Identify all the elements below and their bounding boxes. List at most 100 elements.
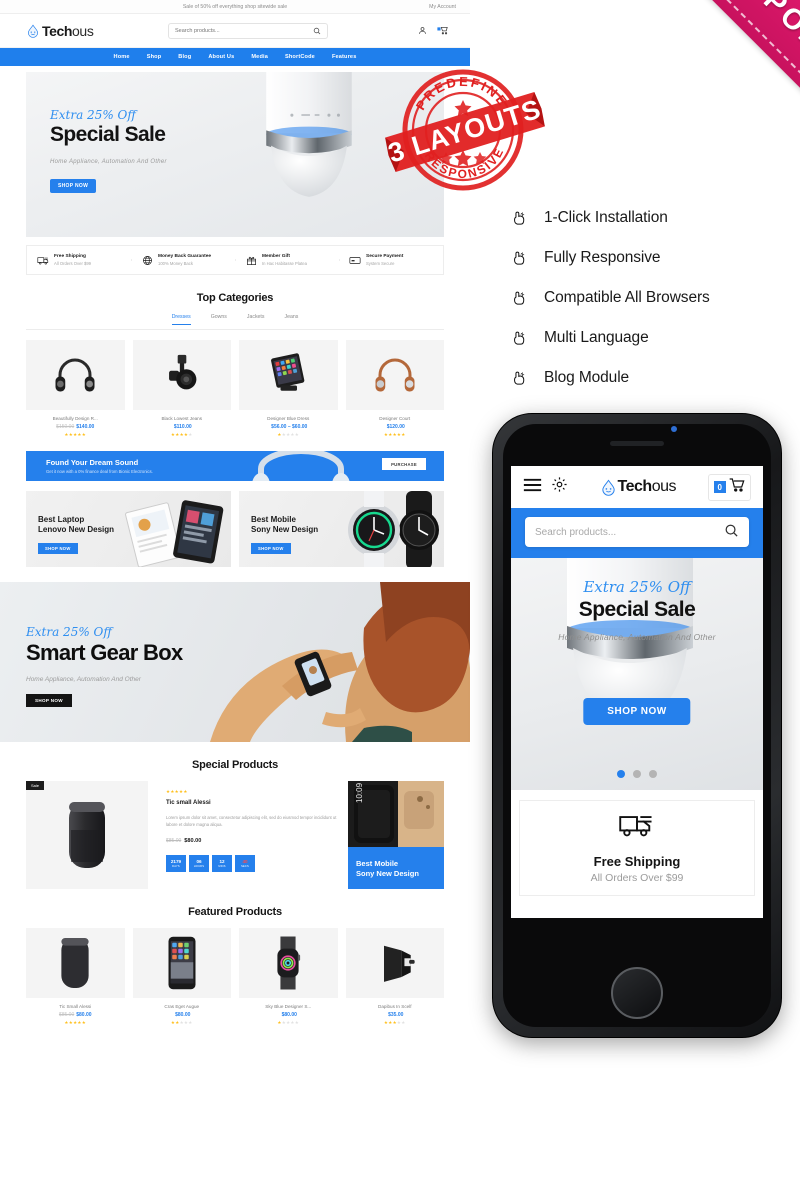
dream-sound-promo-banner[interactable]: Found Your Dream Sound Get it now with a… [26, 451, 444, 481]
nav-item-shortcode[interactable]: ShortCode [285, 54, 315, 60]
product-card[interactable]: Dapibus In Scelf $35.00 ★★★★★ [345, 928, 444, 1026]
slider-dot-1[interactable] [617, 770, 625, 778]
special-side-promo-card[interactable]: 10:09 Best Mobile Sony New Design [348, 781, 444, 889]
product-card[interactable]: Tic Small Alessi $85.00 $80.00 ★★★★★ [26, 928, 125, 1026]
tab-jackets[interactable]: Jackets [247, 314, 265, 325]
promo-card-mobile[interactable]: Best Mobile Sony New Design SHOP NOW [239, 491, 444, 567]
special-products-heading: Special Products [191, 759, 279, 771]
main-navigation: Home Shop Blog About Us Media ShortCode … [0, 48, 470, 66]
product-image-apple-watch [239, 928, 338, 998]
product-price: $80.00 [281, 1012, 297, 1018]
mobile-search-band: Search products... [511, 508, 763, 558]
feature-label: Fully Responsive [544, 249, 661, 266]
nav-item-blog[interactable]: Blog [178, 54, 191, 60]
tab-jeans[interactable]: Jeans [284, 314, 298, 325]
promo-subtitle: Get it now with a 0% finance deal from B… [46, 469, 153, 474]
search-input[interactable] [175, 28, 295, 34]
product-rating: ★★★★★ [277, 432, 300, 437]
side-promo-text: Best Mobile Sony New Design [356, 859, 419, 878]
product-price: $150.00 $140.00 [56, 424, 95, 430]
gear-icon[interactable] [551, 476, 568, 498]
mobile-hero-text: Extra 25% Off Special Sale Home Applianc… [511, 578, 763, 642]
mobile-header-left [523, 476, 568, 498]
feature-item-fully-responsive: Fully Responsive [510, 238, 780, 278]
product-image-iphone [132, 928, 231, 998]
speaker-image [69, 802, 105, 868]
promo-card-shop-now-button[interactable]: SHOP NOW [38, 543, 78, 554]
hand-point-icon [510, 290, 528, 307]
special-product-image[interactable]: Sale [26, 781, 148, 889]
nav-item-features[interactable]: Features [332, 54, 357, 60]
product-name: Beautifully Design R... [52, 416, 98, 421]
search-box[interactable] [168, 23, 328, 39]
feature-label: Multi Language [544, 329, 649, 346]
site-logo[interactable]: Techous [26, 23, 94, 39]
globe-icon [141, 254, 153, 266]
nav-item-shop[interactable]: Shop [147, 54, 162, 60]
mobile-hero-slider[interactable]: Extra 25% Off Special Sale Home Applianc… [511, 558, 763, 790]
tab-dresses[interactable]: Dresses [171, 314, 191, 325]
mobile-cart-button[interactable]: 0 [707, 473, 751, 501]
gear-text-block: Extra 25% Off Smart Gear Box Home Applia… [26, 625, 183, 707]
nav-item-media[interactable]: Media [251, 54, 268, 60]
product-card[interactable]: Designer Blue Dress $56.00 – $60.00 ★★★★… [239, 340, 338, 438]
special-product-name: Tic small Alessi [166, 800, 211, 806]
cart-icon[interactable] [437, 25, 448, 36]
header-icon-group [417, 25, 448, 36]
phone-screen: Techous 0 Search products... Extra 25% O… [511, 466, 763, 918]
hamburger-icon[interactable] [523, 478, 542, 497]
phone-mockup: Techous 0 Search products... Extra 25% O… [492, 413, 782, 1038]
search-icon[interactable] [724, 523, 739, 541]
truck-icon [37, 254, 49, 266]
gear-shop-now-button[interactable]: SHOP NOW [26, 694, 72, 707]
feature-label: 1-Click Installation [544, 209, 668, 226]
slider-dot-2[interactable] [633, 770, 641, 778]
service-member-gift: Member Gift In Hac Habitasse Platea [235, 254, 339, 266]
phone-home-button[interactable] [611, 967, 663, 1019]
promo-card-laptop[interactable]: Best Laptop Lenovo New Design SHOP NOW [26, 491, 231, 567]
nav-item-home[interactable]: Home [114, 54, 130, 60]
product-card[interactable]: Black Lowest Jeans $110.00 ★★★★★ [132, 340, 231, 438]
countdown-mins: 12 MINS [212, 854, 232, 872]
product-rating: ★★★★★ [64, 432, 87, 437]
product-image-headphones-tan [345, 340, 444, 410]
product-image-tablet-stand [239, 340, 338, 410]
product-card[interactable]: Designer Court $120.00 ★★★★★ [345, 340, 444, 438]
hero-banner: Extra 25% Off Special Sale Home Applianc… [26, 72, 444, 237]
mobile-hero-eyebrow: Extra 25% Off [583, 578, 691, 596]
hand-point-icon [510, 250, 528, 267]
product-card[interactable]: Beautifully Design R... $150.00 $140.00 ★… [26, 340, 125, 438]
product-card[interactable]: Sky Blue Designer S... $80.00 ★★★★★ [239, 928, 338, 1026]
product-price: $110.00 [173, 424, 192, 430]
special-product-price: $85.00 $80.00 [166, 837, 202, 844]
gold-watch-image: 10:09 [348, 781, 444, 847]
product-card[interactable]: Cras Eget Augue $80.00 ★★★★★ [132, 928, 231, 1026]
slider-dot-3[interactable] [649, 770, 657, 778]
search-icon[interactable] [313, 22, 321, 40]
hero-shop-now-button[interactable]: SHOP NOW [50, 179, 97, 193]
mobile-logo[interactable]: Techous [600, 478, 677, 496]
product-rating: ★★★★★ [64, 1020, 87, 1025]
promo-card-shop-now-button[interactable]: SHOP NOW [251, 543, 291, 554]
service-secure-payment: Secure Payment System Secure [339, 254, 443, 266]
countdown-days: 2179 DAYS [166, 854, 186, 872]
product-name: Dapibus In Scelf [378, 1004, 412, 1009]
tab-gowns[interactable]: Gowns [211, 314, 227, 325]
smartwatch-image [348, 491, 439, 567]
mobile-hero-dots[interactable] [511, 770, 763, 778]
mobile-hero-shop-now-button[interactable]: SHOP NOW [583, 698, 691, 725]
hero-appliance-image [266, 72, 352, 197]
promo-card-line2: Sony New Design [251, 525, 319, 534]
user-icon[interactable] [417, 25, 428, 36]
countdown-hours: 06 HOURS [189, 854, 209, 872]
product-name: Designer Court [379, 416, 411, 421]
purchase-button[interactable]: PURCHASE [382, 458, 426, 470]
countdown-timer: 2179 DAYS 06 HOURS 12 MINS 40 SECS [166, 854, 340, 872]
category-tabs: Dresses Gowns Jackets Jeans [26, 314, 444, 330]
product-rating: ★★★★★ [170, 1020, 193, 1025]
nav-item-about-us[interactable]: About Us [208, 54, 234, 60]
mobile-free-shipping-card: Free Shipping All Orders Over $99 [519, 800, 755, 896]
service-money-back: Money Back Guarantee 100% Money Back [131, 254, 235, 266]
product-rating: ★★★★★ [170, 432, 193, 437]
mobile-search-box[interactable]: Search products... [525, 517, 749, 547]
